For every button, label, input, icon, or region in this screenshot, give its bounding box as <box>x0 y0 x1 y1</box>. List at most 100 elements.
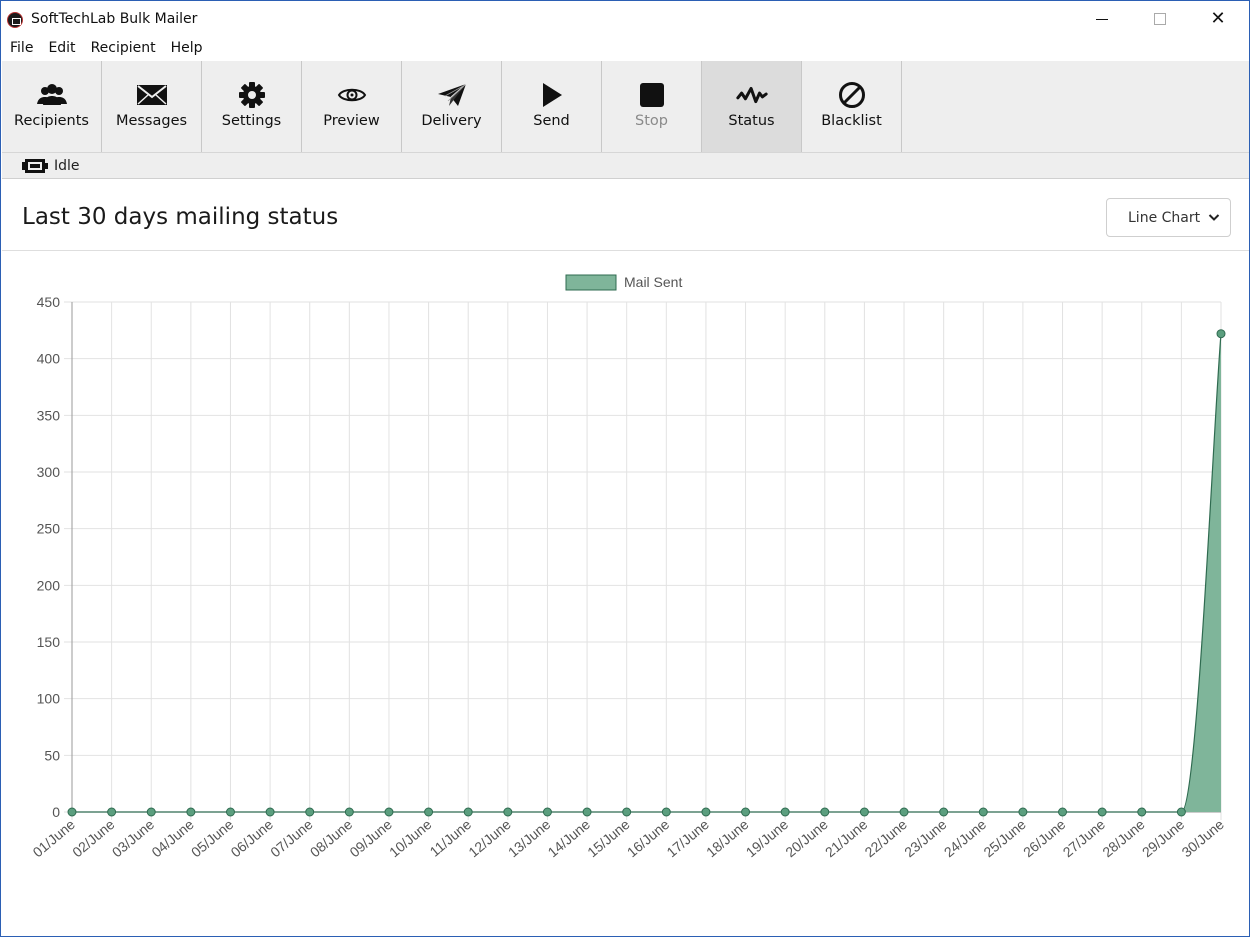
x-tick-label: 28/June <box>1099 816 1148 860</box>
x-tick-label: 20/June <box>782 816 831 860</box>
recipients-label: Recipients <box>14 113 89 129</box>
series-area <box>72 333 1221 812</box>
ban-icon <box>836 81 868 109</box>
x-tick-label: 25/June <box>980 816 1029 860</box>
x-tick-label: 13/June <box>505 816 554 860</box>
data-point <box>542 807 552 817</box>
data-point <box>622 807 632 817</box>
data-point <box>780 807 790 817</box>
page-header: Last 30 days mailing status Line Chart <box>2 179 1249 251</box>
legend-label: Mail Sent <box>624 274 682 290</box>
blacklist-button[interactable]: Blacklist <box>802 61 902 152</box>
menu-edit[interactable]: Edit <box>40 37 82 61</box>
data-point <box>225 807 235 817</box>
page-title: Last 30 days mailing status <box>22 204 339 230</box>
y-tick-label: 50 <box>44 747 60 763</box>
chart-type-select[interactable]: Line Chart <box>1106 198 1231 237</box>
data-point <box>305 807 315 817</box>
settings-button[interactable]: Settings <box>202 61 302 152</box>
stop-button[interactable]: Stop <box>602 61 702 152</box>
data-point <box>67 807 77 817</box>
data-point <box>186 807 196 817</box>
maximize-button[interactable] <box>1137 5 1183 33</box>
y-tick-label: 150 <box>37 634 61 650</box>
legend-swatch <box>565 274 617 291</box>
x-tick-label: 09/June <box>346 816 395 860</box>
x-tick-label: 06/June <box>228 816 277 860</box>
x-tick-label: 18/June <box>703 816 752 860</box>
messages-button[interactable]: Messages <box>102 61 202 152</box>
play-icon <box>536 81 568 109</box>
x-tick-label: 30/June <box>1178 816 1227 860</box>
delivery-label: Delivery <box>421 113 482 129</box>
data-point <box>107 807 117 817</box>
status-label: Status <box>728 113 775 129</box>
x-tick-label: 10/June <box>386 816 435 860</box>
x-tick-label: 21/June <box>822 816 871 860</box>
x-tick-label: 12/June <box>465 816 514 860</box>
y-tick-label: 400 <box>37 351 61 367</box>
messages-label: Messages <box>115 113 188 129</box>
envelope-icon <box>136 81 168 109</box>
y-tick-label: 350 <box>37 407 61 423</box>
stop-label: Stop <box>635 113 668 129</box>
menu-file[interactable]: File <box>2 37 40 61</box>
x-tick-label: 22/June <box>862 816 911 860</box>
series-line <box>72 333 1222 813</box>
y-tick-label: 0 <box>52 804 60 820</box>
x-tick-label: 08/June <box>307 816 356 860</box>
close-icon: ✕ <box>1210 8 1226 29</box>
x-tick-label: 27/June <box>1060 816 1109 860</box>
x-tick-label: 02/June <box>69 816 118 860</box>
x-tick-label: 11/June <box>426 816 474 860</box>
gear-icon <box>236 81 268 109</box>
status-text: Idle <box>54 158 80 174</box>
blacklist-label: Blacklist <box>821 113 882 129</box>
y-tick-label: 100 <box>37 691 61 707</box>
x-tick-label: 05/June <box>188 816 237 860</box>
menu-recipient[interactable]: Recipient <box>83 37 163 61</box>
window-title: SoftTechLab Bulk Mailer <box>31 11 198 27</box>
toolbar: Recipients Messages Settings Preview Del… <box>2 61 1249 153</box>
minimize-button[interactable] <box>1079 5 1125 33</box>
data-point <box>701 807 711 817</box>
data-point <box>741 807 751 817</box>
y-tick-label: 300 <box>37 464 61 480</box>
status-button[interactable]: Status <box>702 61 802 152</box>
send-button[interactable]: Send <box>502 61 602 152</box>
eye-icon <box>336 81 368 109</box>
delivery-button[interactable]: Delivery <box>402 61 502 152</box>
x-tick-label: 23/June <box>901 816 950 860</box>
recipients-button[interactable]: Recipients <box>2 61 102 152</box>
x-tick-label: 19/June <box>743 816 792 860</box>
data-point <box>503 807 513 817</box>
chart-type-value: Line Chart <box>1128 209 1201 226</box>
data-point <box>344 807 354 817</box>
data-point <box>265 807 275 817</box>
preview-button[interactable]: Preview <box>302 61 402 152</box>
x-tick-label: 15/June <box>584 816 633 860</box>
data-point <box>463 807 473 817</box>
maximize-icon <box>1154 13 1166 25</box>
y-tick-label: 250 <box>37 521 61 537</box>
x-tick-label: 24/June <box>941 816 990 860</box>
y-tick-label: 450 <box>37 294 61 310</box>
x-tick-label: 26/June <box>1020 816 1069 860</box>
close-button[interactable]: ✕ <box>1195 5 1241 33</box>
menu-help[interactable]: Help <box>163 37 210 61</box>
title-bar: SoftTechLab Bulk Mailer ✕ <box>1 1 1249 37</box>
x-tick-label: 01/June <box>29 816 78 860</box>
data-point <box>1137 807 1147 817</box>
mail-sent-chart: Mail Sent 0 50 100 150 200 250 300 350 400 450 01/J… <box>29 274 1227 860</box>
data-point <box>978 807 988 817</box>
data-point <box>899 807 909 817</box>
y-tick-label: 200 <box>37 577 61 593</box>
x-tick-label: 17/June <box>663 816 712 860</box>
data-point <box>384 807 394 817</box>
paper-plane-icon <box>436 81 468 109</box>
app-window: SoftTechLab Bulk Mailer ✕ File Edit Reci… <box>0 0 1250 937</box>
x-tick-label: 07/June <box>267 816 316 860</box>
plug-icon <box>22 158 48 177</box>
chevron-down-icon <box>1208 210 1220 226</box>
data-point <box>1058 807 1068 817</box>
